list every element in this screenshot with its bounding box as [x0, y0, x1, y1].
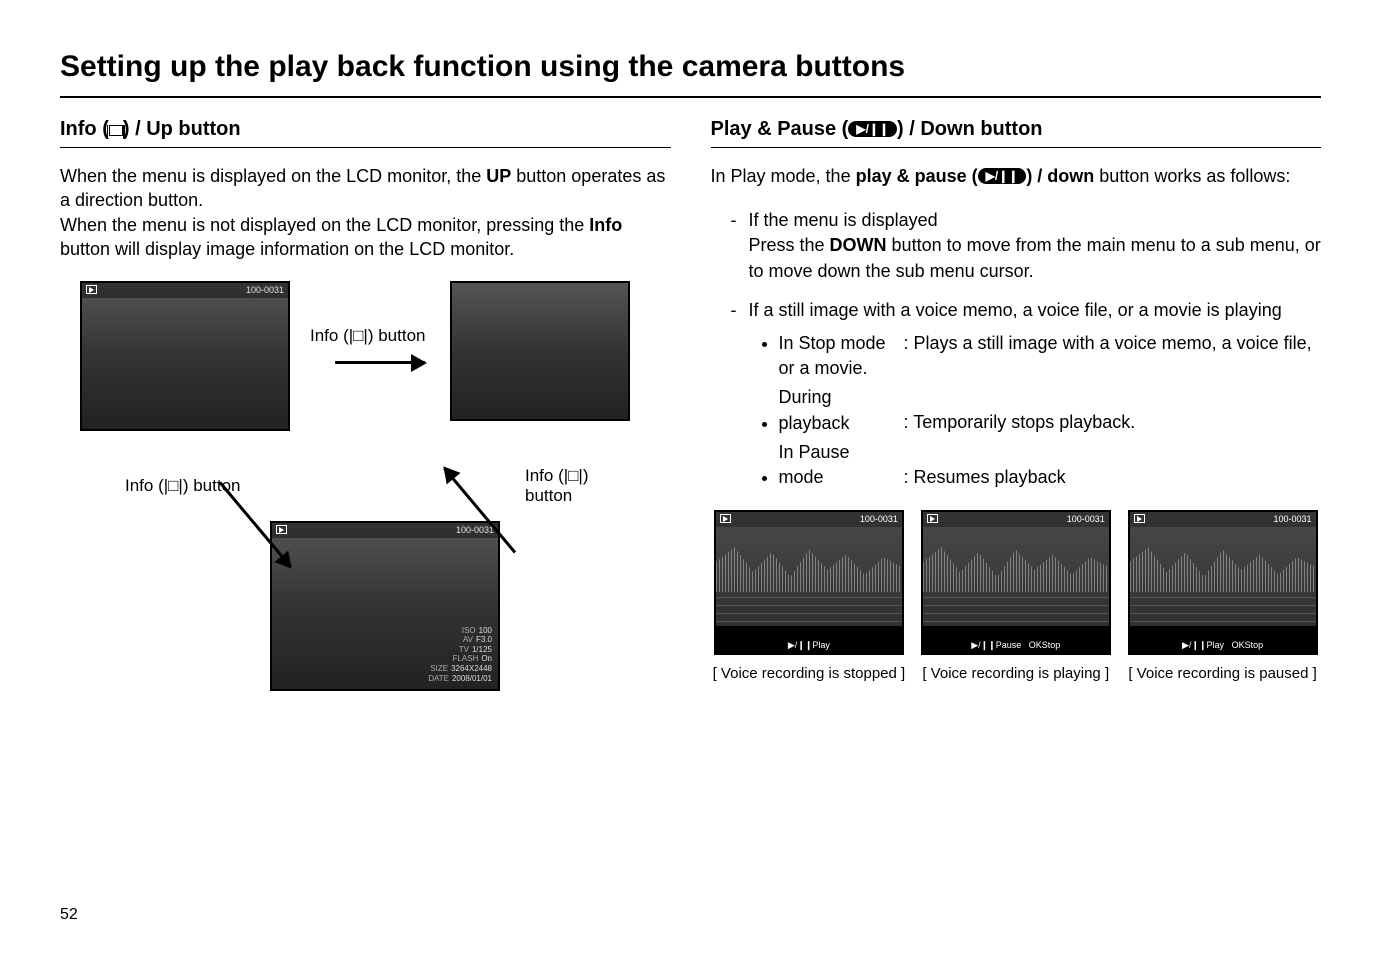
hint-label: Stop — [1042, 640, 1061, 650]
state-playing: 100-0031 ◀REW ▶ 00 : 00 : 05 FF ▶ ▶/❙❙Pa… — [917, 510, 1114, 682]
file-number: 100-0031 — [246, 285, 284, 296]
file-number: 100-0031 — [860, 514, 898, 525]
meta-label: FLASH — [453, 654, 479, 663]
waveform-icon — [923, 542, 1109, 592]
key-hint: ▶/❙❙ — [1182, 640, 1207, 650]
grid-lines — [1130, 592, 1316, 622]
info-cycle-diagram: 100-0031 100-0031 ISO100 AVF3.0 TV1/125 … — [60, 281, 630, 721]
voice-states-row: 100-0031 ■ 00 : 00 : 20 ▶/❙❙Play [ Voice… — [711, 510, 1322, 682]
info-button-caption: Info (|□|) button — [525, 466, 630, 506]
playback-icon — [720, 514, 731, 525]
waveform-icon — [716, 542, 902, 592]
key-hint: OK — [1029, 640, 1042, 650]
text: In Play mode, the — [711, 166, 856, 186]
item-title: If the menu is displayed — [749, 210, 938, 230]
file-number: 100-0031 — [456, 525, 494, 536]
text: button will display image information on… — [60, 239, 514, 259]
image-metadata: ISO100 AVF3.0 TV1/125 FLASHOn SIZE3264X2… — [428, 626, 492, 684]
display-icon — [109, 125, 123, 136]
left-heading: Info ( ) / Up button — [60, 118, 671, 148]
mode-label: In Stop mode — [779, 331, 899, 356]
text: Press the — [749, 235, 830, 255]
meta-value: On — [481, 654, 492, 663]
meta-value: 1/125 — [472, 645, 492, 654]
left-paragraph: When the menu is displayed on the LCD mo… — [60, 164, 671, 261]
meta-label: DATE — [428, 674, 449, 683]
meta-label: TV — [459, 645, 469, 654]
key-hint: ▶/❙❙ — [788, 640, 813, 650]
file-number: 100-0031 — [1067, 514, 1105, 525]
hint-label: Play — [1207, 640, 1225, 650]
hint-label: Play — [812, 640, 830, 650]
right-heading: Play & Pause (▶/❙❙) / Down button — [711, 118, 1322, 148]
meta-value: F3.0 — [476, 635, 492, 644]
meta-label: AV — [463, 635, 473, 644]
info-button-caption: Info (|□|) button — [310, 326, 426, 346]
list-item: In Stop mode : Plays a still image with … — [779, 331, 1322, 381]
mode-list: In Stop mode : Plays a still image with … — [779, 331, 1322, 490]
play-pause-icon: ▶/❙❙ — [978, 168, 1027, 184]
state-caption: [ Voice recording is paused ] — [1128, 665, 1316, 682]
mode-label: During playback — [779, 385, 899, 435]
lcd-voice-stopped: 100-0031 ■ 00 : 00 : 20 ▶/❙❙Play — [714, 510, 904, 655]
heading-text: ) / Down button — [897, 118, 1043, 140]
meta-label: ISO — [462, 626, 476, 635]
lcd-preview-basic: 100-0031 — [80, 281, 290, 431]
hint-label: Stop — [1245, 640, 1264, 650]
right-intro: In Play mode, the play & pause (▶/❙❙) / … — [711, 164, 1322, 188]
play-pause-icon: ▶/❙❙ — [848, 121, 897, 137]
list-item: If a still image with a voice memo, a vo… — [731, 298, 1322, 490]
right-column: Play & Pause (▶/❙❙) / Down button In Pla… — [711, 118, 1322, 721]
meta-label: SIZE — [430, 664, 448, 673]
bold-text: DOWN — [830, 235, 887, 255]
playback-icon — [927, 514, 938, 525]
bold-text: ) / down — [1026, 166, 1094, 186]
item-title: If a still image with a voice memo, a vo… — [749, 300, 1282, 320]
behavior-list: If the menu is displayed Press the DOWN … — [731, 208, 1322, 490]
heading-text: ) / Up button — [123, 118, 241, 140]
key-hint: ▶/❙❙ — [971, 640, 996, 650]
heading-text: Play & Pause ( — [711, 118, 849, 140]
grid-lines — [923, 592, 1109, 622]
content-columns: Info ( ) / Up button When the menu is dis… — [60, 118, 1321, 721]
bold-text: UP — [486, 166, 511, 186]
key-hint: OK — [1232, 640, 1245, 650]
meta-value: 3264X2448 — [451, 664, 492, 673]
meta-value: 2008/01/01 — [452, 674, 492, 683]
lcd-preview-clean — [450, 281, 630, 421]
grid-lines — [716, 592, 902, 622]
mode-label: In Pause mode — [779, 440, 899, 490]
text: When the menu is not displayed on the LC… — [60, 215, 589, 235]
arrow-icon — [335, 361, 425, 364]
state-paused: 100-0031 ❙❙ 00 : 00 : 05 ▶/❙❙Play OKStop… — [1124, 510, 1321, 682]
playback-icon — [276, 525, 287, 536]
state-caption: [ Voice recording is playing ] — [922, 665, 1109, 682]
bold-text: play & pause ( — [856, 166, 978, 186]
left-column: Info ( ) / Up button When the menu is dis… — [60, 118, 671, 721]
lcd-voice-playing: 100-0031 ◀REW ▶ 00 : 00 : 05 FF ▶ ▶/❙❙Pa… — [921, 510, 1111, 655]
mode-desc: : Temporarily stops playback. — [904, 413, 1136, 433]
text: When the menu is displayed on the LCD mo… — [60, 166, 486, 186]
file-number: 100-0031 — [1274, 514, 1312, 525]
list-item: If the menu is displayed Press the DOWN … — [731, 208, 1322, 284]
playback-icon — [1134, 514, 1145, 525]
waveform-icon — [1130, 542, 1316, 592]
page-number: 52 — [60, 906, 78, 924]
list-item: In Pause mode : Resumes playback — [779, 440, 1322, 490]
hint-label: Pause — [996, 640, 1022, 650]
page-title: Setting up the play back function using … — [60, 50, 1321, 84]
lcd-voice-paused: 100-0031 ❙❙ 00 : 00 : 05 ▶/❙❙Play OKStop — [1128, 510, 1318, 655]
mode-desc: : Resumes playback — [904, 467, 1066, 487]
title-rule — [60, 96, 1321, 98]
bold-text: Info — [589, 215, 622, 235]
meta-value: 100 — [479, 626, 492, 635]
list-item: During playback : Temporarily stops play… — [779, 385, 1322, 435]
playback-icon — [86, 285, 97, 296]
state-stopped: 100-0031 ■ 00 : 00 : 20 ▶/❙❙Play [ Voice… — [711, 510, 908, 682]
heading-text: Info ( — [60, 118, 109, 140]
lcd-preview-detail: 100-0031 ISO100 AVF3.0 TV1/125 FLASHOn S… — [270, 521, 500, 691]
state-caption: [ Voice recording is stopped ] — [713, 665, 906, 682]
text: button works as follows: — [1094, 166, 1290, 186]
